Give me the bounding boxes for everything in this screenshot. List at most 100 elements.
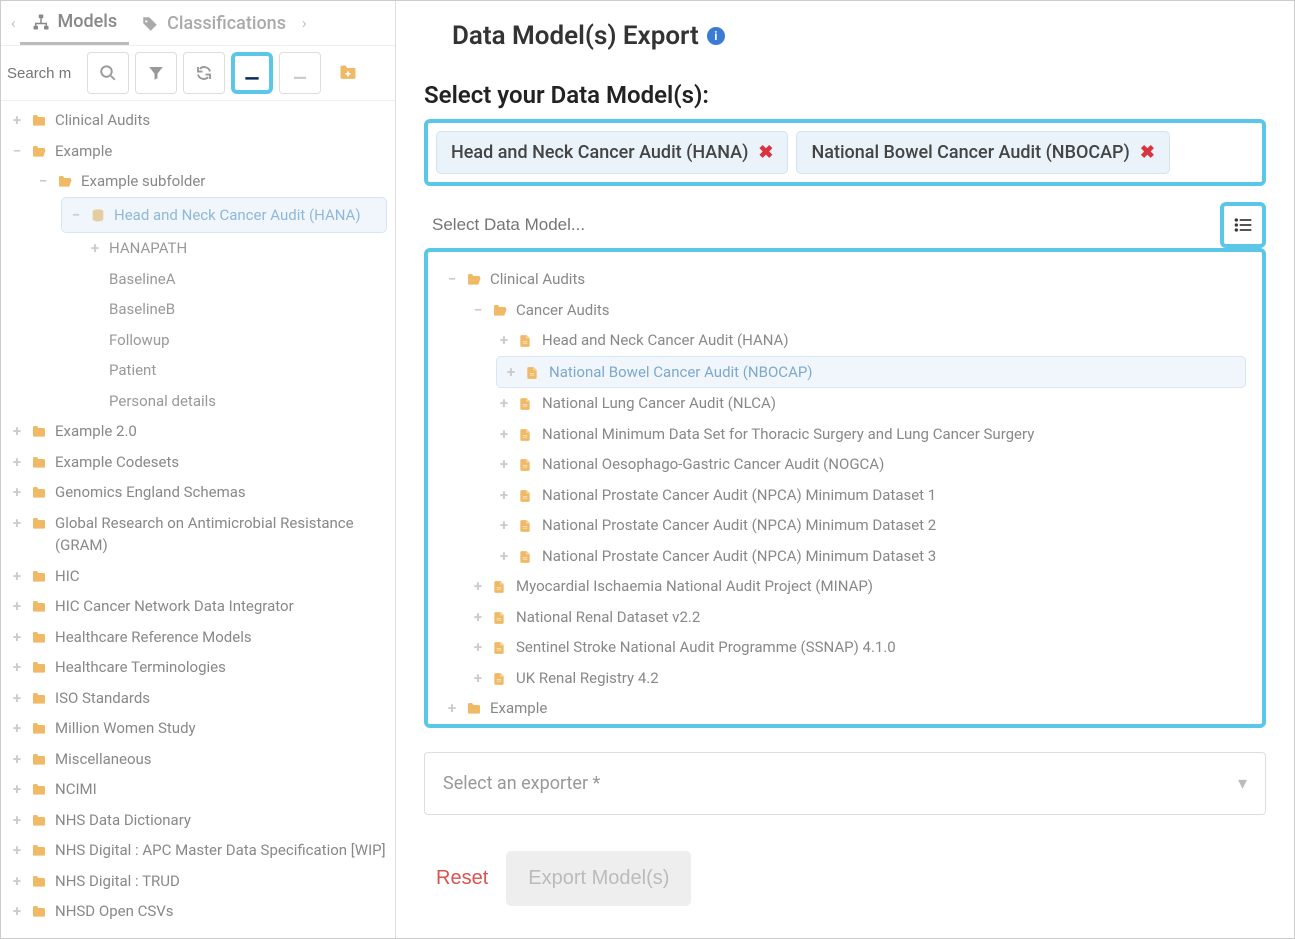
picker-tree-item[interactable]: +Example 2.0 [444,724,1246,729]
tree-item[interactable]: +Genomics England Schemas [9,477,387,508]
exporter-select[interactable]: Select an exporter * ▾ [424,752,1266,815]
tree-toggle-icon[interactable]: + [9,656,25,679]
tree-toggle-icon[interactable]: − [444,268,460,291]
folder-icon [31,870,49,893]
tree-toggle-icon[interactable]: + [444,697,460,720]
picker-tree-item[interactable]: +National Bowel Cancer Audit (NBOCAP) [496,356,1246,389]
tree-toggle-icon[interactable]: + [9,565,25,588]
folder-icon [31,109,49,132]
tree-toggle-icon[interactable]: + [503,361,519,384]
tree-toggle-icon[interactable]: + [9,687,25,710]
tree-item[interactable]: BaselineB [87,294,387,325]
upload-button[interactable] [279,52,321,94]
picker-tree-item[interactable]: +National Prostate Cancer Audit (NPCA) M… [496,510,1246,541]
search-button[interactable] [87,52,129,94]
tree-toggle-icon[interactable]: + [9,778,25,801]
tree-item[interactable]: +NHSD Open CSVs [9,896,387,927]
tree-item[interactable]: +ISO Standards [9,683,387,714]
tab-classifications[interactable]: Classifications [129,3,298,44]
tree-toggle-icon[interactable]: + [9,109,25,132]
picker-tree-item[interactable]: +Example [444,693,1246,724]
tree-item[interactable]: +Million Women Study [9,713,387,744]
filter-button[interactable] [135,52,177,94]
tree-toggle-icon[interactable]: + [9,451,25,474]
tree-toggle-icon[interactable]: + [9,595,25,618]
tree-item[interactable]: +NHS Digital : TRUD [9,866,387,897]
picker-tree-item[interactable]: +National Oesophago-Gastric Cancer Audit… [496,449,1246,480]
tree-item[interactable]: +Healthcare Terminologies [9,652,387,683]
picker-tree-item[interactable]: +National Prostate Cancer Audit (NPCA) M… [496,480,1246,511]
tab-models[interactable]: Models [20,1,130,45]
picker-tree-item[interactable]: +Myocardial Ischaemia National Audit Pro… [470,571,1246,602]
picker-tree-item[interactable]: +National Prostate Cancer Audit (NPCA) M… [496,541,1246,572]
tree-toggle-icon[interactable]: + [496,514,512,537]
tree-toggle-icon[interactable]: + [496,453,512,476]
tree-toggle-icon[interactable]: + [496,484,512,507]
refresh-button[interactable] [183,52,225,94]
tree-item[interactable]: +Example Codesets [9,447,387,478]
tree-item[interactable]: +HANAPATH [87,233,387,264]
tree-toggle-icon[interactable]: + [496,545,512,568]
tree-toggle-icon[interactable]: + [9,900,25,923]
picker-tree-item[interactable]: −Cancer Audits [470,295,1246,326]
picker-tree-item[interactable]: +National Minimum Data Set for Thoracic … [496,419,1246,450]
tree-item[interactable]: BaselineA [87,264,387,295]
tree-item[interactable]: +NHS Digital : APC Master Data Specifica… [9,835,387,866]
new-folder-button[interactable] [327,52,369,94]
download-button[interactable] [231,52,273,94]
tree-item[interactable]: +NHS Data Dictionary [9,805,387,836]
tree-item[interactable]: +Clinical Audits [9,105,387,136]
tree-toggle-icon[interactable]: + [9,839,25,862]
tree-toggle-icon[interactable]: − [470,299,486,322]
tree-toggle-icon[interactable]: − [68,204,84,227]
tree-toggle-icon[interactable]: − [35,170,51,193]
picker-tree-item[interactable]: +Sentinel Stroke National Audit Programm… [470,632,1246,663]
tree-item[interactable]: +Healthcare Reference Models [9,622,387,653]
tree-item[interactable]: −Head and Neck Cancer Audit (HANA) [61,197,387,234]
tree-item[interactable]: +Global Research on Antimicrobial Resist… [9,508,387,561]
info-icon[interactable]: i [707,27,725,45]
tree-item[interactable]: −Example subfolder [35,166,387,197]
tree-toggle-icon[interactable]: + [9,512,25,535]
tree-item[interactable]: Personal details [87,386,387,417]
tree-toggle-icon[interactable]: + [9,717,25,740]
tree-toggle-icon[interactable]: + [470,575,486,598]
tree-item[interactable]: +Example 2.0 [9,416,387,447]
tree-item[interactable]: −Example [9,136,387,167]
tree-item[interactable]: +Miscellaneous [9,744,387,775]
tree-toggle-icon[interactable]: + [9,481,25,504]
tree-item[interactable]: +HIC Cancer Network Data Integrator [9,591,387,622]
picker-tree-item[interactable]: −Clinical Audits [444,264,1246,295]
tree-toggle-icon[interactable]: − [9,140,25,163]
tree-toggle-icon[interactable]: + [9,809,25,832]
reset-button[interactable]: Reset [436,867,488,890]
chip-remove-icon[interactable]: ✖ [1140,142,1155,163]
tree-toggle-icon[interactable]: + [87,237,103,260]
export-button[interactable]: Export Model(s) [506,851,691,906]
search-input[interactable] [5,59,81,88]
tree-toggle-icon[interactable]: + [9,748,25,771]
picker-tree-item[interactable]: +National Renal Dataset v2.2 [470,602,1246,633]
tree-item[interactable]: +NCIMI [9,774,387,805]
tree-item[interactable]: Followup [87,325,387,356]
picker-tree-item[interactable]: +UK Renal Registry 4.2 [470,663,1246,694]
tree-toggle-icon[interactable]: + [496,392,512,415]
chip-remove-icon[interactable]: ✖ [758,142,773,163]
select-data-model-input[interactable] [424,203,1212,247]
tree-toggle-icon[interactable]: + [444,728,460,729]
tab-prev-icon[interactable]: ‹ [7,8,20,38]
tree-toggle-icon[interactable]: + [496,329,512,352]
tab-next-icon[interactable]: › [298,8,311,38]
tree-toggle-icon[interactable]: + [9,870,25,893]
tree-toggle-icon[interactable]: + [470,667,486,690]
tree-toggle-icon[interactable]: + [9,420,25,443]
tree-toggle-icon[interactable]: + [470,606,486,629]
tree-toggle-icon[interactable]: + [9,626,25,649]
picker-tree-item[interactable]: +Head and Neck Cancer Audit (HANA) [496,325,1246,356]
picker-tree-item[interactable]: +National Lung Cancer Audit (NLCA) [496,388,1246,419]
tree-item[interactable]: Patient [87,355,387,386]
tree-toggle-icon[interactable]: + [470,636,486,659]
tree-toggle-icon[interactable]: + [496,423,512,446]
tree-item[interactable]: +HIC [9,561,387,592]
list-toggle-button[interactable] [1220,202,1266,248]
